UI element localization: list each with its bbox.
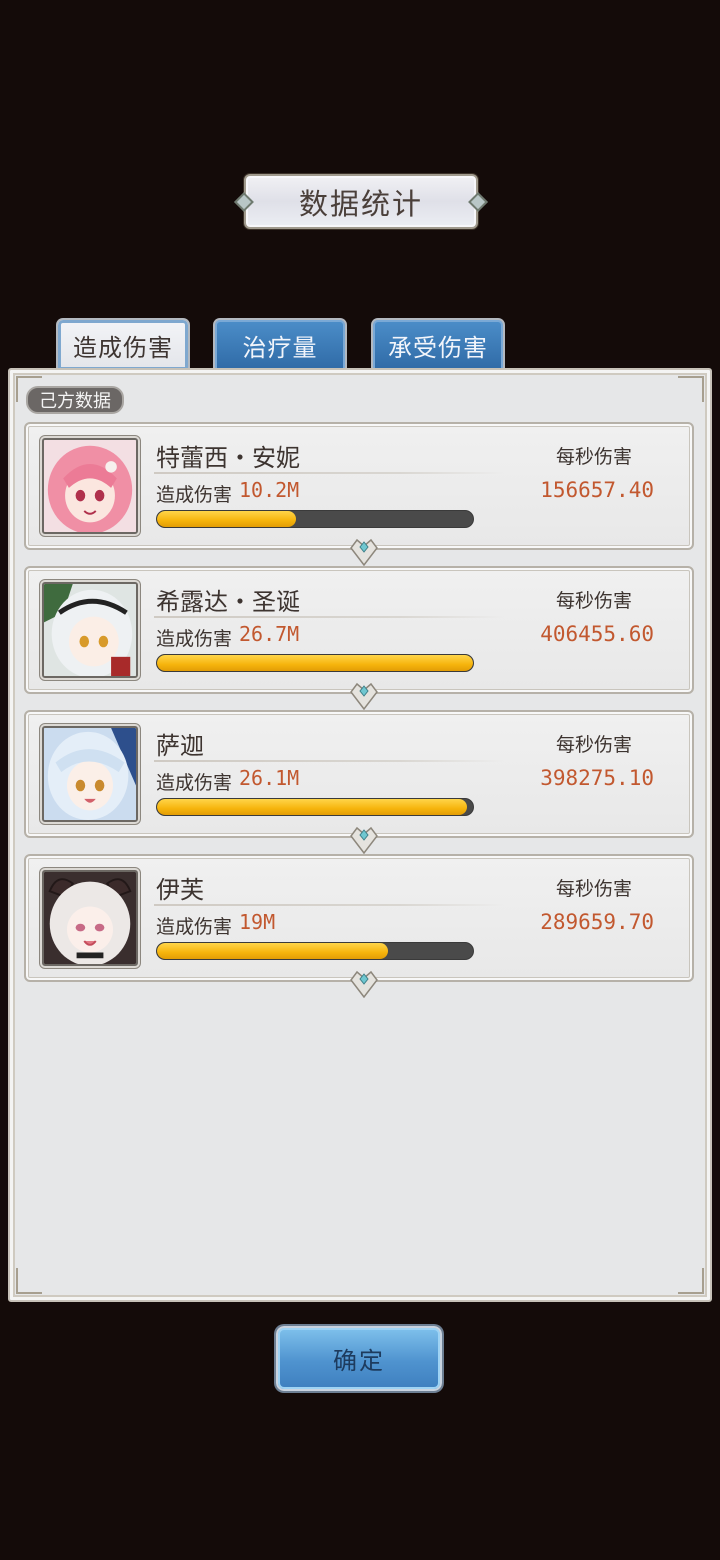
hero-portrait[interactable] xyxy=(42,726,138,822)
hero-row: 萨迦 造成伤害 26.1M 每秒伤害 398275.10 xyxy=(24,710,694,854)
damage-value: 19M xyxy=(239,910,276,934)
damage-value: 10.2M xyxy=(239,478,300,502)
hero-name: 特蕾西・安妮 xyxy=(156,444,300,472)
damage-value: 26.1M xyxy=(239,766,300,790)
damage-progress-bar xyxy=(156,654,474,672)
dps-label: 每秒伤害 xyxy=(555,590,632,612)
tab-healing[interactable]: 治疗量 xyxy=(213,318,347,370)
title-banner: 数据统计 xyxy=(234,174,488,229)
damage-progress-fill xyxy=(157,511,297,527)
gem-ornament-icon xyxy=(349,680,379,710)
dps-value: 406455.60 xyxy=(540,622,654,646)
damage-label: 造成伤害 xyxy=(156,772,233,794)
gem-ornament-icon xyxy=(349,968,379,998)
hero-portrait[interactable] xyxy=(42,870,138,966)
dps-value: 289659.70 xyxy=(540,910,654,934)
confirm-button[interactable]: 确定 xyxy=(276,1326,442,1391)
tab-damage-dealt[interactable]: 造成伤害 xyxy=(56,318,190,370)
hero-name: 萨迦 xyxy=(156,732,204,760)
hero-row: 希露达・圣诞 造成伤害 26.7M 每秒伤害 406455.60 xyxy=(24,566,694,710)
damage-progress-bar xyxy=(156,798,474,816)
dps-label: 每秒伤害 xyxy=(555,446,632,468)
corner-ornament-icon xyxy=(16,1268,42,1294)
pink-hair-girl-icon xyxy=(44,440,136,532)
corner-ornament-icon xyxy=(678,376,704,402)
damage-progress-bar xyxy=(156,510,474,528)
hero-row: 特蕾西・安妮 造成伤害 10.2M 每秒伤害 156657.40 xyxy=(24,422,694,566)
white-hair-christmas-girl-icon xyxy=(44,584,136,676)
damage-label: 造成伤害 xyxy=(156,484,233,506)
damage-label: 造成伤害 xyxy=(156,916,233,938)
damage-progress-bar xyxy=(156,942,474,960)
hero-portrait[interactable] xyxy=(42,438,138,534)
damage-progress-fill xyxy=(157,799,467,815)
damage-value: 26.7M xyxy=(239,622,300,646)
divider xyxy=(154,760,504,762)
section-badge: 己方数据 xyxy=(26,386,124,414)
page-title: 数据统计 xyxy=(298,186,423,221)
silver-blue-hair-girl-icon xyxy=(44,728,136,820)
tab-damage-taken[interactable]: 承受伤害 xyxy=(371,318,505,370)
white-hair-horned-girl-icon xyxy=(44,872,136,964)
corner-ornament-icon xyxy=(678,1268,704,1294)
hero-name: 希露达・圣诞 xyxy=(156,588,300,616)
divider xyxy=(154,472,504,474)
hero-row: 伊芙 造成伤害 19M 每秒伤害 289659.70 xyxy=(24,854,694,998)
divider xyxy=(154,616,504,618)
damage-progress-fill xyxy=(157,943,388,959)
dps-label: 每秒伤害 xyxy=(555,734,632,756)
left-gem-icon xyxy=(234,191,254,212)
hero-name: 伊芙 xyxy=(156,876,204,904)
gem-ornament-icon xyxy=(349,824,379,854)
dps-label: 每秒伤害 xyxy=(555,878,632,900)
dps-value: 156657.40 xyxy=(540,478,654,502)
hero-portrait[interactable] xyxy=(42,582,138,678)
dps-value: 398275.10 xyxy=(540,766,654,790)
damage-progress-fill xyxy=(157,655,473,671)
gem-ornament-icon xyxy=(349,536,379,566)
divider xyxy=(154,904,504,906)
stats-panel: 己方数据 特蕾西・安妮 造成伤害 10.2M 每秒伤害 156657.40 希露… xyxy=(8,368,712,1302)
damage-label: 造成伤害 xyxy=(156,628,233,650)
right-gem-icon xyxy=(468,191,488,212)
